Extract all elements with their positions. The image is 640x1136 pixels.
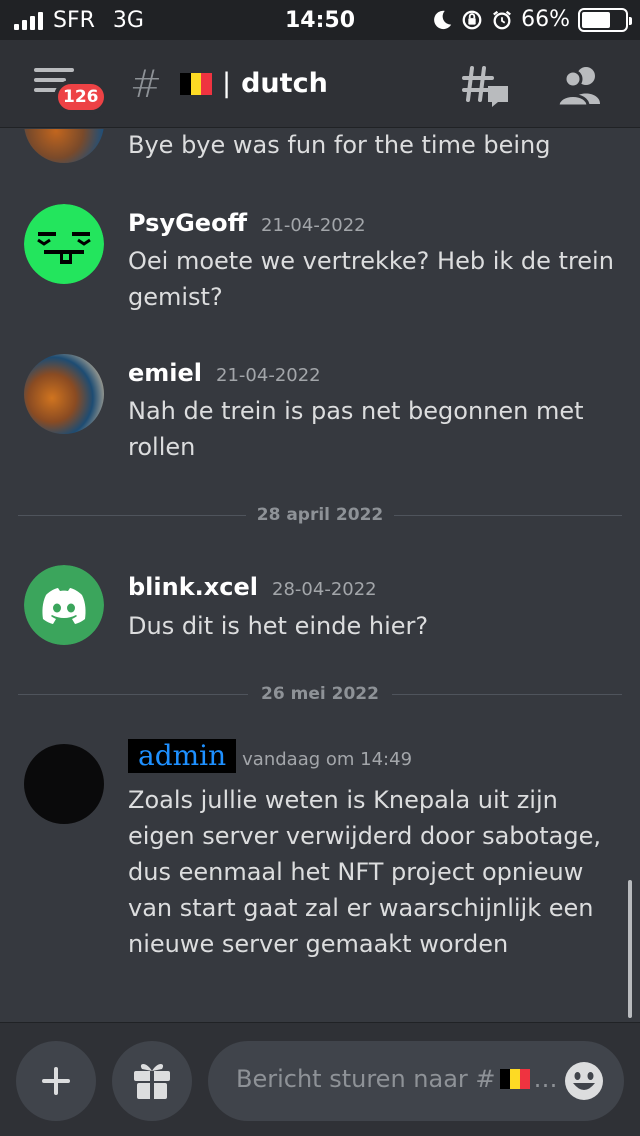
divider-date: 26 mei 2022 [261, 684, 379, 704]
author-name[interactable]: PsyGeoff [128, 209, 247, 237]
title-separator: | [222, 68, 232, 99]
avatar[interactable] [24, 204, 104, 284]
message-list[interactable]: Bye bye was fun for the time being PsyGe… [0, 129, 640, 1022]
gift-icon [134, 1064, 170, 1099]
emoji-icon[interactable] [564, 1061, 604, 1101]
date-divider: 28 april 2022 [18, 505, 622, 525]
message-text: Oei moete we vertrekke? Heb ik de trein … [128, 247, 614, 311]
hash-icon: # [130, 62, 162, 106]
message-author[interactable]: PsyGeoff 21-04-2022 [128, 209, 366, 237]
message-input[interactable]: Bericht sturen naar # … [208, 1041, 624, 1121]
channel-title[interactable]: | dutch [180, 68, 328, 99]
battery-percent: 66% [521, 7, 570, 32]
scrollbar[interactable] [628, 880, 632, 1018]
message-author[interactable]: blink.xcel 28-04-2022 [128, 573, 377, 601]
avatar[interactable] [24, 354, 104, 434]
placeholder-text: Bericht sturen naar # [236, 1065, 496, 1093]
avatar[interactable] [24, 129, 104, 163]
channel-header: 126 # | dutch [0, 40, 640, 128]
placeholder-ellipsis: … [533, 1065, 558, 1093]
message-author[interactable]: emiel 21-04-2022 [128, 359, 321, 387]
gift-button[interactable] [112, 1041, 192, 1121]
message-composer: Bericht sturen naar # … [0, 1022, 640, 1136]
author-name[interactable]: emiel [128, 359, 202, 387]
status-bar: SFR 3G 14:50 66% [0, 0, 640, 40]
divider-date: 28 april 2022 [256, 505, 384, 525]
message-timestamp: vandaag om 14:49 [242, 749, 413, 770]
message-timestamp: 21-04-2022 [216, 365, 321, 386]
avatar[interactable] [24, 744, 104, 824]
avatar[interactable] [24, 565, 104, 645]
alarm-icon [493, 10, 512, 29]
moon-icon [434, 10, 452, 29]
threads-icon[interactable] [462, 64, 510, 108]
message-text: Dus dit is het einde hier? [128, 612, 429, 640]
message-timestamp: 21-04-2022 [261, 215, 366, 236]
message-text: Bye bye was fun for the time being [128, 131, 551, 159]
members-icon[interactable] [556, 64, 604, 108]
message-text: Nah de trein is pas net begonnen met rol… [128, 397, 584, 461]
menu-icon [34, 68, 74, 72]
message-timestamp: 28-04-2022 [272, 579, 377, 600]
belgium-flag-icon [499, 1069, 530, 1089]
notification-badge: 126 [54, 80, 108, 114]
date-divider: 26 mei 2022 [18, 684, 622, 704]
message-input-placeholder: Bericht sturen naar # … [236, 1065, 558, 1093]
message-text: Zoals jullie weten is Knepala uit zijn e… [128, 786, 601, 958]
channel-name: dutch [241, 68, 328, 99]
belgium-flag-icon [180, 72, 213, 95]
attach-button[interactable] [16, 1041, 96, 1121]
author-name[interactable]: blink.xcel [128, 573, 258, 601]
battery-icon [578, 7, 632, 32]
author-name[interactable]: admin [128, 739, 237, 773]
menu-icon-line [34, 78, 66, 82]
message-author[interactable]: admin vandaag om 14:49 [128, 739, 412, 773]
orientation-lock-icon [462, 10, 482, 29]
